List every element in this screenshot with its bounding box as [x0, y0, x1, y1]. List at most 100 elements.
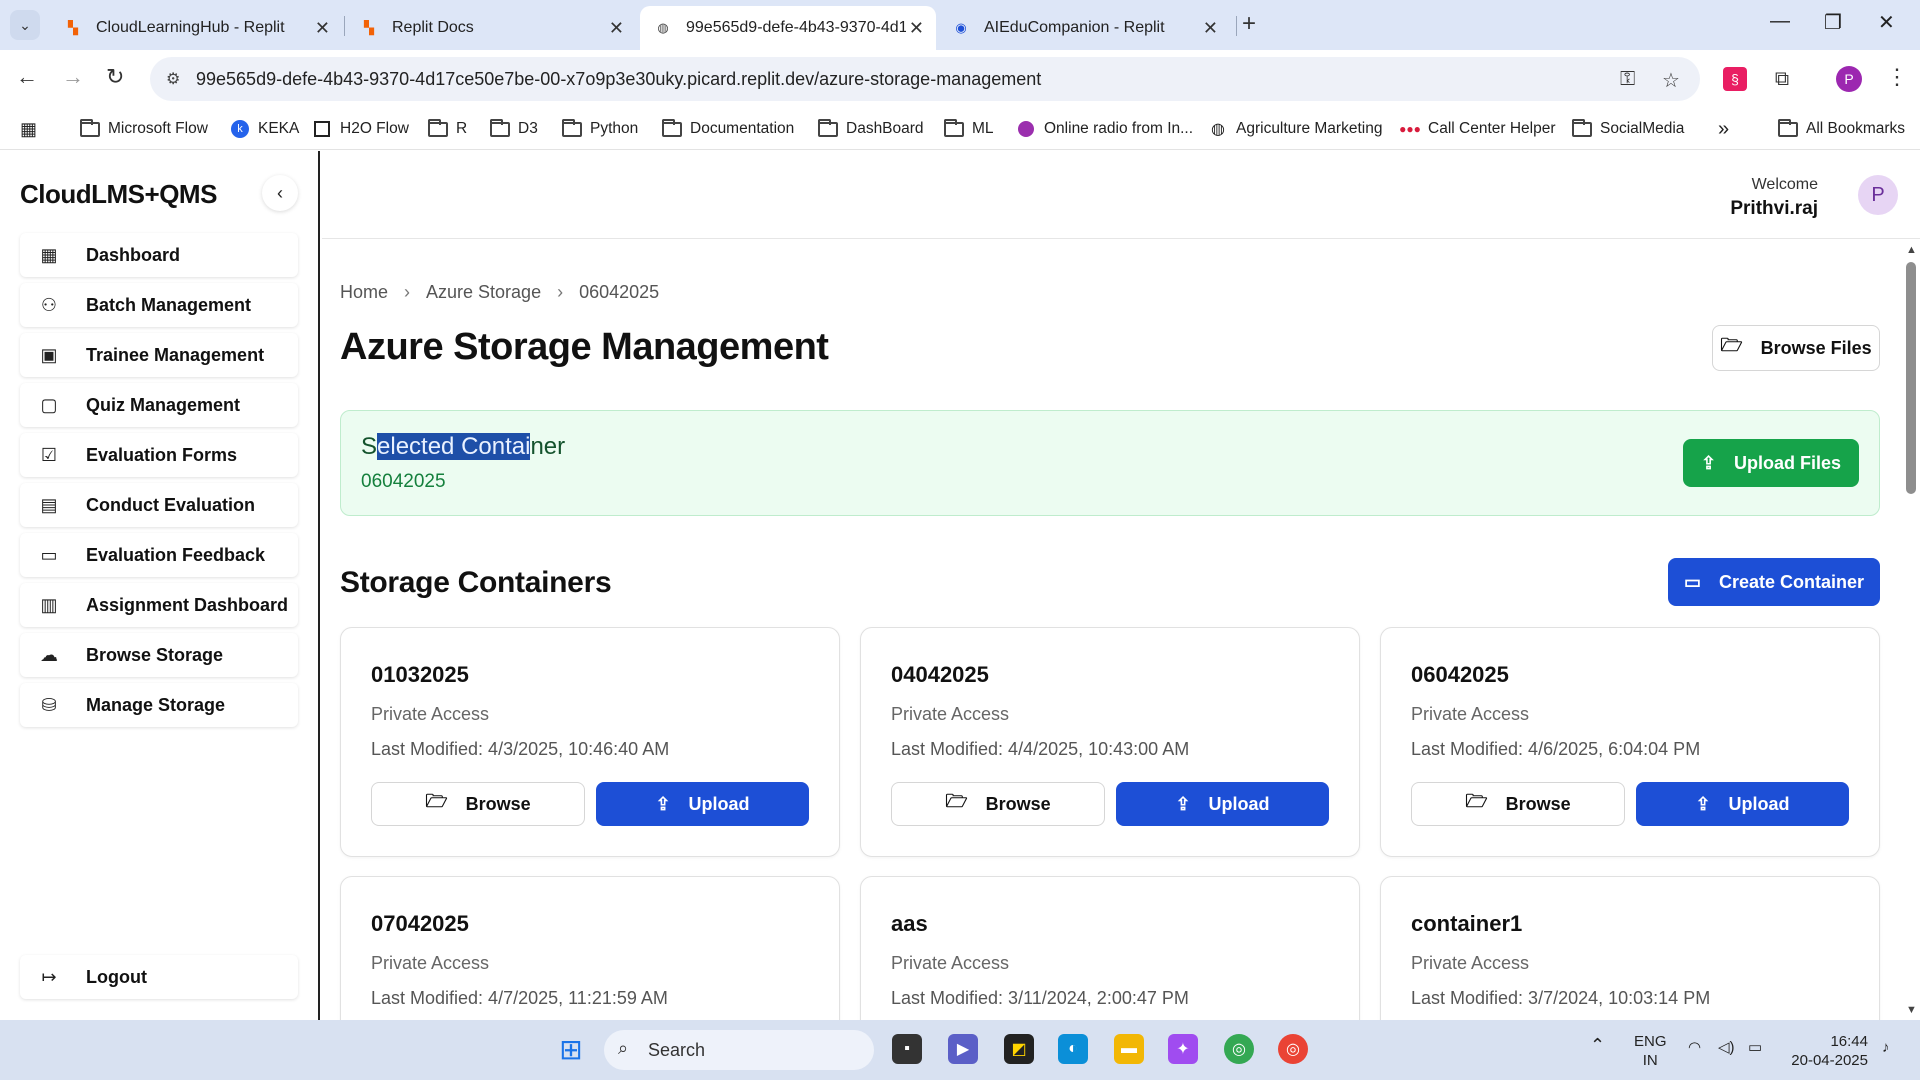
bookmark-python[interactable]: Python — [562, 114, 638, 144]
restore-icon[interactable]: ❐ — [1824, 10, 1842, 35]
reload-icon[interactable]: ↻ — [106, 64, 124, 90]
windows-start-icon[interactable]: ⊞ — [556, 1034, 586, 1065]
star-icon[interactable]: ☆ — [1662, 68, 1680, 93]
sidebar-item-conduct-evaluation[interactable]: ▤ Conduct Evaluation — [20, 483, 298, 527]
extension-icon[interactable]: § — [1723, 67, 1747, 91]
tab-replit-docs[interactable]: ▚ Replit Docs ✕ — [346, 6, 636, 50]
browse-files-button[interactable]: 🗁 Browse Files — [1712, 325, 1880, 371]
tab-cloudlearninghub[interactable]: ▚ CloudLearningHub - Replit ✕ — [50, 6, 342, 50]
wifi-icon[interactable]: ◠ — [1688, 1038, 1701, 1057]
minimize-icon[interactable]: — — [1770, 10, 1790, 33]
apps-icon[interactable]: ▦ — [20, 114, 37, 144]
bookmark-online-radio[interactable]: Online radio from In... — [1016, 114, 1193, 144]
replit-icon: ▚ — [364, 20, 374, 35]
volume-icon[interactable]: ◁) — [1718, 1038, 1735, 1057]
clock[interactable]: 16:44 20-04-2025 — [1784, 1032, 1868, 1070]
scroll-down-icon[interactable]: ▼ — [1906, 1004, 1917, 1016]
site-info-icon[interactable]: ⚙ — [166, 69, 180, 89]
breadcrumb-home[interactable]: Home — [340, 282, 388, 303]
teams-icon[interactable]: ▶ — [948, 1034, 978, 1064]
close-icon[interactable]: ✕ — [1203, 18, 1218, 39]
taskbar-search[interactable]: ⌕ Search — [604, 1030, 874, 1070]
browse-button[interactable]: 🗁 Browse — [1411, 782, 1625, 826]
chevron-up-icon[interactable]: ⌃ — [1590, 1036, 1605, 1055]
tab-aiedu-companion[interactable]: ◉ AIEduCompanion - Replit ✕ — [938, 6, 1230, 50]
upload-files-button[interactable]: ⇪ Upload Files — [1683, 439, 1859, 487]
browser-tab-bar: ⌄ ▚ CloudLearningHub - Replit ✕ ▚ Replit… — [0, 0, 1920, 50]
address-bar[interactable]: ⚙ 99e565d9-defe-4b43-9370-4d17ce50e7be-0… — [150, 57, 1700, 101]
upload-button[interactable]: ⇪ Upload — [1636, 782, 1849, 826]
sidebar-item-browse-storage[interactable]: ☁ Browse Storage — [20, 633, 298, 677]
file-explorer-icon[interactable]: ▬ — [1114, 1034, 1144, 1064]
new-tab-button[interactable]: + — [1242, 10, 1256, 38]
breadcrumb-azure-storage[interactable]: Azure Storage — [426, 282, 541, 303]
browse-button[interactable]: 🗁 Browse — [891, 782, 1105, 826]
bookmark-d3[interactable]: D3 — [490, 114, 538, 144]
scrollbar-thumb[interactable] — [1906, 262, 1916, 494]
sidebar-item-batch-management[interactable]: ⚇ Batch Management — [20, 283, 298, 327]
bookmark-microsoft-flow[interactable]: Microsoft Flow — [80, 114, 208, 144]
profile-avatar[interactable]: P — [1836, 66, 1862, 92]
container-card: 06042025 Private Access Last Modified: 4… — [1380, 627, 1880, 857]
sidebar-item-trainee-management[interactable]: ▣ Trainee Management — [20, 333, 298, 377]
key-icon[interactable]: ⚿ — [1620, 68, 1635, 91]
upload-button[interactable]: ⇪ Upload — [596, 782, 809, 826]
vertical-scrollbar[interactable]: ▲ ▼ — [1902, 240, 1920, 1020]
task-view-icon[interactable]: ▪ — [892, 1034, 922, 1064]
sidebar-item-manage-storage[interactable]: ⛁ Manage Storage — [20, 683, 298, 727]
notification-icon[interactable]: ♪ — [1882, 1038, 1890, 1057]
logout-button[interactable]: ↦ Logout — [20, 955, 298, 999]
sidebar-item-quiz-management[interactable]: ▢ Quiz Management — [20, 383, 298, 427]
window-close-icon[interactable]: ✕ — [1878, 10, 1895, 35]
sidebar-item-evaluation-feedback[interactable]: ▭ Evaluation Feedback — [20, 533, 298, 577]
browse-button[interactable]: 🗁 Browse — [371, 782, 585, 826]
folder-open-icon: 🗁 — [1465, 791, 1488, 811]
collapse-sidebar-button[interactable]: ‹ — [262, 175, 298, 211]
tab-active-page[interactable]: ◍ 99e565d9-defe-4b43-9370-4d1 ✕ — [640, 6, 936, 50]
bookmark-socialmedia[interactable]: SocialMedia — [1572, 114, 1684, 144]
bookmark-r[interactable]: R — [428, 114, 467, 144]
sticky-notes-icon[interactable]: ◩ — [1004, 1034, 1034, 1064]
replit-icon: ▚ — [68, 20, 78, 35]
tab-title: AIEduCompanion - Replit — [984, 19, 1165, 36]
folder-icon — [944, 118, 964, 137]
users-icon: ⚇ — [40, 294, 58, 315]
sidebar-item-assignment-dashboard[interactable]: ▥ Assignment Dashboard — [20, 583, 298, 627]
search-icon: ⌕ — [618, 1038, 629, 1058]
back-icon[interactable]: ← — [16, 64, 38, 90]
sidebar-item-evaluation-forms[interactable]: ☑ Evaluation Forms — [20, 433, 298, 477]
folder-open-icon: 🗁 — [1720, 335, 1743, 355]
bookmark-h2o-flow[interactable]: H2O Flow — [312, 114, 409, 144]
upload-button[interactable]: ⇪ Upload — [1116, 782, 1329, 826]
avatar[interactable]: P — [1858, 175, 1898, 215]
battery-icon[interactable]: ▭ — [1748, 1038, 1762, 1057]
close-icon[interactable]: ✕ — [909, 18, 924, 39]
chrome-profile-k-icon[interactable]: ◎ — [1224, 1034, 1254, 1064]
edge-icon[interactable]: ◐ — [1058, 1034, 1088, 1064]
more-bookmarks-icon[interactable]: » — [1718, 114, 1729, 144]
bookmark-dashboard[interactable]: DashBoard — [818, 114, 924, 144]
puzzle-icon[interactable]: ⧉ — [1770, 67, 1794, 91]
sidebar-item-dashboard[interactable]: ▦ Dashboard — [20, 233, 298, 277]
container-last-modified: Last Modified: 4/4/2025, 10:43:00 AM — [891, 739, 1190, 759]
close-icon[interactable]: ✕ — [609, 18, 624, 39]
language-indicator[interactable]: ENG IN — [1634, 1032, 1667, 1070]
menu-icon[interactable]: ⋮ — [1886, 64, 1908, 90]
bookmark-documentation[interactable]: Documentation — [662, 114, 794, 144]
bookmark-ml[interactable]: ML — [944, 114, 994, 144]
chevron-left-icon: ‹ — [277, 182, 283, 203]
upload-icon: ⇪ — [655, 793, 671, 814]
close-icon[interactable]: ✕ — [315, 18, 330, 39]
forward-icon[interactable]: → — [62, 64, 84, 90]
bookmark-call-center-helper[interactable]: ●●● Call Center Helper — [1399, 114, 1555, 144]
bookmark-agriculture-marketing[interactable]: ◍ Agriculture Marketing — [1208, 114, 1382, 144]
cloud-icon: ☁ — [40, 644, 58, 665]
scroll-up-icon[interactable]: ▲ — [1906, 244, 1917, 256]
bookmark-keka[interactable]: k KEKA — [230, 114, 299, 144]
chrome-profile-p-icon[interactable]: ◎ — [1278, 1034, 1308, 1064]
all-bookmarks[interactable]: All Bookmarks — [1778, 114, 1905, 144]
create-container-button[interactable]: ▭ Create Container — [1668, 558, 1880, 606]
tab-search-button[interactable]: ⌄ — [10, 10, 40, 40]
welcome-block: Welcome Prithvi.raj — [1730, 176, 1818, 220]
copilot-icon[interactable]: ✦ — [1168, 1034, 1198, 1064]
